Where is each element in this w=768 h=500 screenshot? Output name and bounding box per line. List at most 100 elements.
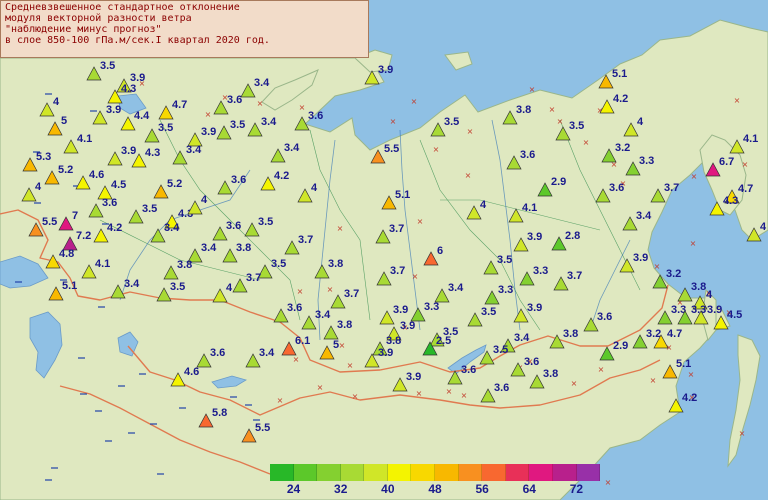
station-value: 3.3 [691,304,706,316]
station-value: 3.9 [400,320,415,332]
station-value: 4.2 [107,222,122,234]
legend-label: 48 [428,482,442,496]
station-value: 5 [333,339,339,351]
station-value: 3.9 [121,145,136,157]
station-value: 3.6 [461,364,476,376]
station-value: 3.6 [520,149,535,161]
legend-swatch [411,464,436,481]
legend-color-bar [270,464,601,481]
missing-station-mark: × [690,239,697,248]
station-value: 4.1 [522,202,537,214]
station-value: 3.4 [284,142,300,154]
station-value: 3.7 [246,272,261,284]
missing-station-mark: × [337,224,344,233]
station-value: 4.3 [121,83,136,95]
station-value: 5 [61,115,67,127]
station-value: 3.3 [498,284,513,296]
station-value: 2.9 [551,176,566,188]
color-legend: 24 32 40 48 56 64 72 [270,464,601,497]
missing-station-mark: × [297,287,304,296]
missing-station-mark: × [433,145,440,154]
station-value: 4 [226,282,233,294]
station-value: 3.7 [567,270,582,282]
station-value: 3.9 [406,371,421,383]
station-value: 3.9 [527,231,542,243]
station-value: 3.4 [448,282,464,294]
station-value: 3.5 [569,120,584,132]
station-value: 3.3 [424,301,439,313]
station-value: 5.3 [36,151,51,163]
station-value: 3.8 [236,242,251,254]
station-value: 3.9 [527,302,542,314]
missing-station-mark: × [411,97,418,106]
legend-swatch [340,464,365,481]
station-value: 5.1 [395,189,410,201]
station-value: 3.2 [615,142,630,154]
missing-station-mark: × [446,387,453,396]
missing-station-mark: × [347,361,354,370]
station-value: 3.6 [609,182,624,194]
legend-swatch [505,464,530,481]
station-value: 3.5 [142,203,157,215]
station-value: 4 [35,181,42,193]
station-value: 4.7 [172,99,187,111]
station-value: 3.5 [497,254,512,266]
missing-station-mark: × [299,103,306,112]
station-value: 3.5 [493,344,508,356]
missing-station-mark: × [339,341,346,350]
station-value: 4.5 [727,309,742,321]
station-value: 3.5 [481,306,496,318]
legend-labels: 24 32 40 48 56 64 72 [270,481,600,497]
station-value: 5.2 [167,178,182,190]
missing-station-mark: × [739,429,746,438]
missing-station-mark: × [317,383,324,392]
station-value: 4 [201,194,208,206]
legend-label: 64 [522,482,536,496]
legend-label: 56 [475,482,489,496]
station-value: 3.4 [259,347,275,359]
missing-station-mark: × [417,217,424,226]
station-value: 3.5 [444,116,459,128]
station-value: 4.2 [274,170,289,182]
station-value: 3.9 [106,104,121,116]
station-value: 6.1 [295,335,310,347]
station-value: 3.8 [177,259,192,271]
title-line-2: модуля векторной разности ветра [5,13,192,24]
station-value: 3.9 [707,304,722,316]
station-value: 5.1 [676,358,691,370]
station-value: 3.3 [639,155,654,167]
missing-station-mark: × [412,272,419,281]
station-value: 3.4 [201,242,217,254]
station-value: 3.8 [563,328,578,340]
station-value: 3.5 [158,122,173,134]
station-value: 3.8 [691,281,706,293]
station-value: 3.5 [100,60,115,72]
station-value: 3.4 [186,144,202,156]
title-line-4: в слое 850-100 гПа.м/сек.I квартал 2020 … [5,35,270,46]
legend-swatch [552,464,577,481]
station-value: 4 [760,221,767,233]
station-value: 2.9 [613,340,628,352]
station-value: 3.6 [308,110,323,122]
station-value: 3.8 [386,335,401,347]
station-value: 3.7 [664,182,679,194]
station-value: 4.6 [184,366,199,378]
station-value: 5.8 [212,407,227,419]
station-value: 3.9 [378,347,393,359]
station-value: 4.1 [95,258,110,270]
station-value: 2.5 [436,335,451,347]
legend-swatch [364,464,388,481]
station-value: 4.1 [77,133,92,145]
station-value: 3.8 [328,258,343,270]
station-value: 3.6 [494,382,509,394]
station-value: 3.4 [124,278,140,290]
missing-station-mark: × [277,396,284,405]
missing-station-mark: × [691,172,698,181]
legend-swatch [576,464,601,481]
station-value: 2.8 [565,230,580,242]
station-value: 4.2 [613,93,628,105]
station-value: 3.4 [261,116,277,128]
station-value: 3.9 [378,64,393,76]
station-value: 4 [480,199,487,211]
station-value: 3.5 [230,119,245,131]
